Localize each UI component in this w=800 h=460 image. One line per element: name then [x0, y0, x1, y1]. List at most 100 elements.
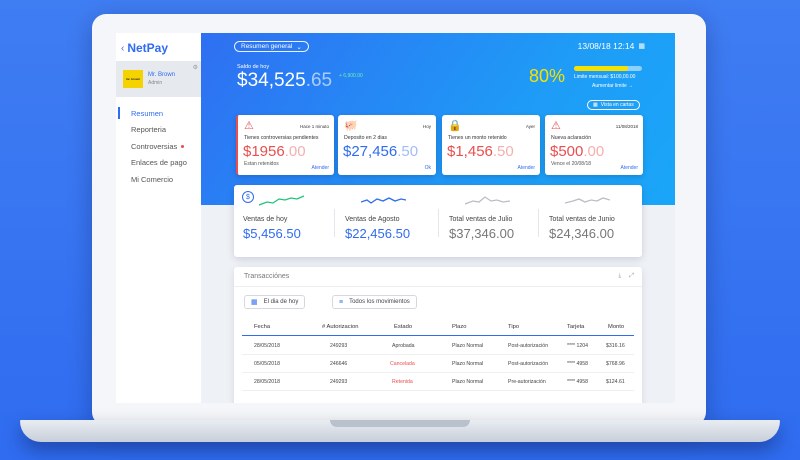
alert-time: 11/08/2018	[615, 124, 638, 129]
table-row[interactable]: 05/05/2018 246646 Cancelada Plazo Normal…	[242, 355, 634, 373]
cell-auth: 249293	[330, 378, 348, 385]
sales-value: $24,346.00	[549, 226, 615, 241]
sales-label: Ventas de Agosto	[345, 216, 400, 223]
limit-label: Limite mensual: $100,00.00	[574, 74, 636, 80]
sidebar-item-label: Resumen	[131, 108, 164, 118]
user-profile[interactable]: mr. brown Mr. Brown Admin ⚙	[116, 61, 201, 97]
alert-amount: $1,456.50	[447, 143, 514, 160]
increase-limit-link[interactable]: Aumentar limite →	[592, 83, 633, 89]
alert-subtext: Estan retenidos	[244, 161, 279, 167]
column-header[interactable]: Estado	[394, 319, 412, 335]
view-selector[interactable]: Resumen general ⌄	[234, 41, 309, 52]
datetime: 13/08/18 12:14 ▦	[578, 41, 645, 51]
piggy-bank-icon: 🐖	[344, 120, 358, 132]
column-header[interactable]: Plazo	[452, 319, 467, 335]
alert-amount-main: $500	[550, 143, 584, 160]
expand-icon[interactable]: ⤢	[629, 273, 634, 280]
alert-amount: $27,456.50	[343, 143, 418, 160]
table-row[interactable]: 28/05/2018 249293 Retenida Plazo Normal …	[242, 373, 634, 391]
limit-progress-fill	[574, 66, 629, 71]
download-icon[interactable]: ⤓	[619, 273, 622, 280]
alert-card-deposito[interactable]: 🐖 Hoy Deposito en 2 dias $27,456.50 Ok	[338, 115, 436, 175]
sparkline-august	[361, 197, 406, 204]
sidebar-item-enlaces[interactable]: Enlaces de pago	[116, 155, 201, 172]
sales-value: $5,456.50	[243, 226, 301, 241]
alert-time: Ayer	[525, 124, 535, 129]
transactions-actions: ⤓ ⤢	[619, 273, 634, 280]
sales-today[interactable]: Ventas de hoy $5,456.50	[234, 185, 331, 257]
datetime-text: 13/08/18 12:14	[577, 41, 635, 51]
sidebar-item-reporteria[interactable]: Reporteria	[116, 122, 201, 139]
cell-date: 28/05/2018	[254, 378, 280, 385]
grid-icon: ▦	[593, 102, 598, 108]
cell-status: Retenida	[392, 378, 413, 385]
movement-filter-label: Todos los movimientos	[349, 299, 410, 305]
alert-amount-cents: .00	[284, 143, 306, 160]
balance-cents: .65	[305, 70, 333, 91]
column-header[interactable]: Tarjeta	[567, 319, 584, 335]
date-filter-button[interactable]: ▦ El dia de hoy	[244, 295, 306, 309]
notification-dot	[181, 144, 185, 148]
alert-action-link[interactable]: Ok	[425, 165, 431, 171]
sidebar-item-label: Enlaces de pago	[131, 158, 187, 168]
sales-summary-card: $ Ventas de hoy $5,456.50 Ventas de Agos…	[234, 185, 642, 257]
gear-icon[interactable]: ⚙	[193, 64, 198, 71]
alert-action-link[interactable]: Atender	[517, 165, 535, 171]
view-selector-label: Resumen general	[241, 43, 293, 50]
card-view-button[interactable]: ▦ Vista en cartas	[587, 100, 640, 110]
sales-july[interactable]: Total ventas de Julio $37,346.00	[440, 185, 537, 257]
app-name: NetPay	[127, 41, 169, 55]
sparkline-today	[259, 195, 304, 206]
column-header[interactable]: Monto	[608, 319, 624, 335]
cell-term: Plazo Normal	[452, 360, 484, 367]
divider	[334, 209, 335, 237]
transactions-card: Transacciónes ⤓ ⤢ ▦ El dia de hoy ≡ Todo…	[234, 267, 642, 403]
warning-icon: ⚠	[244, 120, 254, 132]
cell-type: Post-autorización	[508, 342, 549, 349]
alert-amount-main: $27,456	[343, 143, 398, 160]
chevron-left-icon[interactable]: ‹	[121, 43, 124, 54]
logo[interactable]: ‹ NetPay	[121, 41, 168, 55]
movement-filter-button[interactable]: ≡ Todos los movimientos	[332, 295, 417, 309]
sales-august[interactable]: Ventas de Agosto $22,456.50	[336, 185, 433, 257]
sidebar-item-comercio[interactable]: Mi Comercio	[116, 171, 201, 188]
alert-action-link[interactable]: Atender	[620, 165, 638, 171]
sidebar-item-controversias[interactable]: Controversias	[116, 138, 201, 155]
sales-june[interactable]: Total ventas de Junio $24,346.00	[540, 185, 637, 257]
column-header[interactable]: Tipo	[508, 319, 519, 335]
alert-title: Tienes un monto retenido	[448, 135, 507, 141]
alert-action-link[interactable]: Atender	[311, 165, 329, 171]
column-header[interactable]: Fecha	[254, 319, 270, 335]
alert-time: Hoy	[422, 124, 431, 129]
cell-status: Cancelada	[390, 360, 415, 367]
laptop-notch	[330, 420, 470, 427]
alert-amount-cents: .00	[583, 143, 605, 160]
cell-term: Plazo Normal	[452, 378, 484, 385]
cell-type: Pre-autorización	[508, 378, 546, 385]
calendar-icon[interactable]: ▦	[638, 42, 645, 50]
table-row[interactable]: 28/05/2018 249293 Aprobada Plazo Normal …	[242, 337, 634, 355]
avatar: mr. brown	[123, 70, 143, 88]
alert-card-aclaracion[interactable]: ⚠ 11/08/2018 Nueva aclaración $500.00 Ve…	[545, 115, 643, 175]
alert-card-controversias[interactable]: ⚠ Hace 1 minuto Tienes controversias pen…	[236, 115, 334, 175]
cell-amount: $316.16	[606, 342, 625, 349]
main-content: Resumen general ⌄ 13/08/18 12:14 ▦ Saldo…	[201, 33, 675, 403]
cell-status: Aprobada	[392, 342, 415, 349]
balance-amount: $34,525.65	[237, 70, 332, 92]
cell-card: **** 4958	[567, 378, 589, 385]
alert-subtext: Vence el 20/08/18	[551, 161, 592, 167]
cell-auth: 249293	[330, 342, 348, 349]
transactions-title: Transacciónes	[244, 273, 290, 280]
cell-card: **** 4958	[567, 360, 589, 367]
sidebar: ‹ NetPay mr. brown Mr. Brown Admin ⚙ Res…	[116, 33, 201, 403]
cell-type: Post-autorización	[508, 360, 549, 367]
sidebar-item-resumen[interactable]: Resumen	[116, 105, 201, 122]
alert-amount-main: $1,456	[447, 143, 493, 160]
cell-auth: 246646	[330, 360, 348, 367]
date-filter-label: El dia de hoy	[263, 299, 299, 305]
sidebar-item-label: Mi Comercio	[131, 174, 174, 184]
column-header[interactable]: # Autorizacion	[322, 319, 358, 335]
cell-card: **** 1204	[567, 342, 589, 349]
chevron-down-icon: ⌄	[296, 43, 302, 51]
alert-card-retenido[interactable]: 🔒 Ayer Tienes un monto retenido $1,456.5…	[442, 115, 540, 175]
